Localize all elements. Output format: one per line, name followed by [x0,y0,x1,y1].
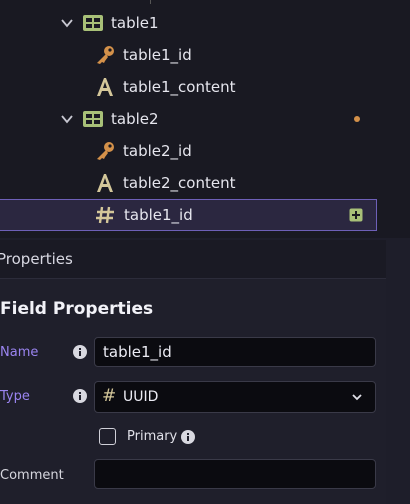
modified-indicator [354,116,360,122]
comment-field[interactable] [94,459,376,489]
hash-icon [96,206,114,224]
info-icon[interactable] [73,345,87,359]
type-label: Type [0,389,30,404]
info-icon[interactable] [73,389,87,403]
schema-tree: table1 table1_id table1_content table2 t… [0,0,386,238]
tree-item-label: table1 [111,14,159,32]
tree-scrollbar[interactable] [386,0,410,238]
chevron-down-icon[interactable] [60,112,74,126]
hash-icon: # [102,386,117,406]
tree-item-label: table2_id [123,142,192,160]
tree-item-table2-id[interactable]: table2_id [0,135,386,167]
tree-item-table2-content[interactable]: table2_content [0,167,386,199]
add-icon[interactable] [349,208,363,222]
key-icon [97,46,114,64]
tree-item-label: table2_content [123,174,236,192]
table-icon [83,15,103,31]
tree-guide-line [150,0,151,4]
primary-checkbox[interactable] [99,428,116,445]
type-select-value: UUID [123,389,159,405]
name-field[interactable] [94,337,376,367]
tree-item-table1-id-ref[interactable]: table1_id [0,199,377,231]
tree-item-table1-id[interactable]: table1_id [0,39,386,71]
text-type-icon [97,78,113,96]
tree-item-label: table1_id [124,206,193,224]
tree-item-table2[interactable]: table2 [0,103,386,135]
tree-item-label: table1_id [123,46,192,64]
panel-title: Properties [0,250,73,268]
primary-label: Primary [127,429,178,444]
name-label: Name [0,345,39,360]
text-type-icon [97,174,113,192]
info-icon[interactable] [181,430,195,444]
table-icon [83,111,103,127]
tree-item-label: table2 [111,110,159,128]
tree-item-label: table1_content [123,78,236,96]
chevron-down-icon [352,394,362,401]
comment-label: Comment [0,468,64,483]
tree-item-table1-content[interactable]: table1_content [0,71,386,103]
properties-panel-header[interactable]: Properties [0,240,386,279]
chevron-down-icon[interactable] [60,16,74,30]
type-select[interactable]: # UUID [94,381,376,413]
key-icon [97,142,114,160]
tree-item-table1[interactable]: table1 [0,7,386,39]
section-title: Field Properties [0,299,154,319]
